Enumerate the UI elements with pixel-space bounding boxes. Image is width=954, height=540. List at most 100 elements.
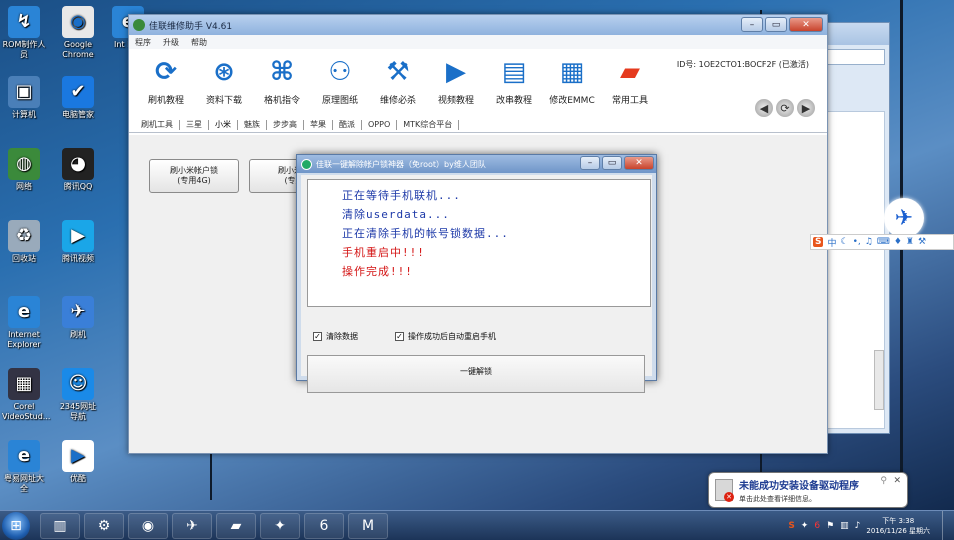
toolbar-button[interactable]: ▶ 视频教程: [427, 55, 485, 106]
brand-tab[interactable]: 步步高: [267, 119, 304, 130]
start-button[interactable]: ⊞: [2, 512, 30, 540]
toolbar-button[interactable]: ⌘ 格机指令: [253, 55, 311, 106]
notification-close-button[interactable]: ✕: [893, 476, 901, 486]
toolbar-button[interactable]: ▦ 修改EMMC: [543, 55, 601, 106]
sogou-logo-icon[interactable]: S: [813, 237, 824, 247]
toolbar-button-label: 修改EMMC: [549, 96, 595, 106]
ime-toolbar[interactable]: S 中 ☾ •, ♫ ⌨ ♦ ♜ ⚒: [810, 234, 954, 250]
shirt-icon[interactable]: ♜: [906, 237, 914, 247]
brand-tab[interactable]: 魅族: [238, 119, 267, 130]
menu-item[interactable]: 升级: [163, 37, 179, 48]
device-id-label: ID号: 1OE2CTO1:BOCF2F (已激活): [676, 60, 809, 69]
video-camera-icon: ▶: [446, 57, 466, 87]
tray-red-6-icon[interactable]: 6: [814, 521, 820, 531]
brand-tab[interactable]: 小米: [209, 119, 238, 130]
flash-xiaomi-account-4g-button[interactable]: 刷小米帐户锁 (专用4G): [149, 159, 239, 193]
forward-arrow-icon[interactable]: ▶: [797, 99, 815, 117]
skin-icon[interactable]: ♦: [894, 237, 902, 247]
chrome-taskbar-icon[interactable]: ◉: [128, 513, 168, 539]
brand-tab[interactable]: 三星: [180, 119, 209, 130]
desktop-shortcut-label: 网络: [16, 182, 32, 191]
volume-icon[interactable]: ♪: [855, 521, 861, 531]
toolbar-button[interactable]: ⊛ 资料下载: [195, 55, 253, 106]
log-line: 手机重启中!!!: [342, 246, 425, 259]
brand-tab[interactable]: MTK综合平台: [397, 119, 460, 130]
network-tray-icon[interactable]: ▥: [840, 521, 849, 531]
youku-icon: ▶: [62, 440, 94, 472]
pin-icon[interactable]: ⚲: [880, 476, 887, 486]
desktop-shortcut[interactable]: ◍ 网络: [2, 148, 46, 192]
toolbar-button[interactable]: ⟳ 刷机教程: [137, 55, 195, 106]
brand-tab[interactable]: 刷机工具: [135, 119, 180, 130]
main-window-titlebar[interactable]: 佳联维修助手 V4.61: [129, 15, 827, 35]
folder-taskbar-icon[interactable]: ▰: [216, 513, 256, 539]
close-button[interactable]: ✕: [789, 17, 823, 32]
brand-tab[interactable]: 苹果: [304, 119, 333, 130]
control-panel-icon[interactable]: ⚙: [84, 513, 124, 539]
desktop-shortcut[interactable]: ↯ ROM制作人员: [2, 6, 46, 60]
taskbar: ⊞ ▥ ⚙ ◉ ✈ ▰ ✦ 6 M S ✦ 6 ⚑ ▥ ♪ 下午 3:38 2016/11/2…: [0, 510, 954, 540]
desktop-shortcut-label: 腾讯QQ: [63, 182, 93, 191]
sogou-tray-icon[interactable]: S: [788, 521, 794, 531]
toolbar-button[interactable]: ⚒ 维修必杀: [369, 55, 427, 106]
android-tool-icon[interactable]: ✦: [260, 513, 300, 539]
toolbar-button[interactable]: ▰ 常用工具: [601, 55, 659, 106]
desktop-shortcut[interactable]: ▣ 计算机: [2, 76, 46, 120]
media-center-icon[interactable]: ▥: [40, 513, 80, 539]
log-line: 正在等待手机联机...: [342, 189, 461, 202]
desktop-shortcut[interactable]: ▦ Corel VideoStud...: [2, 368, 50, 422]
desktop-shortcut[interactable]: ✈ 刷机: [56, 296, 100, 340]
back-arrow-icon[interactable]: ◀: [755, 99, 773, 117]
clock[interactable]: 下午 3:38 2016/11/26 星期六: [866, 516, 930, 536]
refresh-circle-icon[interactable]: ⟳: [776, 99, 794, 117]
toolbar-button-label: 资料下载: [205, 96, 242, 106]
desktop-shortcut[interactable]: ▶ 腾讯视频: [56, 220, 100, 264]
desktop-shortcut[interactable]: ▶ 优酷: [56, 440, 100, 484]
microphone-icon[interactable]: ♫: [865, 237, 873, 247]
desktop-shortcut[interactable]: ✔ 电脑管家: [56, 76, 100, 120]
dialog-maximize-button[interactable]: ▭: [602, 156, 622, 170]
maximize-button[interactable]: ▭: [765, 17, 787, 32]
desktop-shortcut[interactable]: ◕ 腾讯QQ: [56, 148, 100, 192]
clear-data-option[interactable]: ✓ 清除数据: [313, 331, 358, 342]
desktop-shortcut[interactable]: ♻ 回收站: [2, 220, 46, 264]
flash-tool-taskbar-icon[interactable]: ✈: [172, 513, 212, 539]
driver-install-notification[interactable]: 未能成功安装设备驱动程序 单击此处查看详细信息。 ⚲ ✕: [708, 472, 908, 508]
toolbar-button[interactable]: ▤ 改串教程: [485, 55, 543, 106]
show-desktop-button[interactable]: [942, 511, 954, 540]
minimize-button[interactable]: –: [741, 17, 763, 32]
menu-item[interactable]: 程序: [135, 37, 151, 48]
desktop-shortcut[interactable]: ☺ 2345网址导航: [56, 368, 100, 422]
flag-icon[interactable]: ⚑: [826, 521, 834, 531]
toolbar-button[interactable]: ⚇ 原理图纸: [311, 55, 369, 106]
desktop-shortcut[interactable]: ◉ Google Chrome: [56, 6, 100, 60]
device-error-icon: [715, 479, 734, 502]
brand-tab[interactable]: OPPO: [362, 119, 398, 130]
wrench-icon[interactable]: ⚒: [918, 237, 926, 247]
background-window-scrollbar[interactable]: [874, 350, 884, 410]
dialog-close-button[interactable]: ✕: [624, 156, 654, 170]
desktop-shortcut-label: 刷机: [70, 330, 86, 339]
floating-bird-icon[interactable]: ✈: [884, 198, 924, 238]
wallpaper-tree: [900, 0, 903, 500]
app-mj-icon[interactable]: M: [348, 513, 388, 539]
keyboard-icon[interactable]: ⌨: [877, 237, 890, 247]
clear-data-checkbox[interactable]: ✓: [313, 332, 322, 341]
desktop-shortcut[interactable]: e Internet Explorer: [2, 296, 46, 350]
main-window-controls: – ▭ ✕: [741, 17, 823, 32]
brand-tab[interactable]: 酷派: [333, 119, 362, 130]
auto-reboot-option[interactable]: ✓ 操作成功后自动重启手机: [395, 331, 496, 342]
app-6-icon[interactable]: 6: [304, 513, 344, 539]
notification-subtitle[interactable]: 单击此处查看详细信息。: [739, 494, 907, 504]
moon-icon[interactable]: ☾: [841, 237, 849, 247]
menu-item[interactable]: 帮助: [191, 37, 207, 48]
auto-reboot-checkbox[interactable]: ✓: [395, 332, 404, 341]
desktop-shortcut[interactable]: e 粤易网址大全: [2, 440, 46, 494]
ime-mode-label[interactable]: 中: [827, 236, 836, 249]
punctuation-icon[interactable]: •,: [853, 237, 861, 247]
one-click-unlock-button[interactable]: 一键解锁: [307, 355, 645, 393]
clear-data-label: 清除数据: [326, 332, 358, 341]
tray-app-icon[interactable]: ✦: [801, 521, 809, 531]
dialog-minimize-button[interactable]: –: [580, 156, 600, 170]
qq-icon: ◕: [62, 148, 94, 180]
